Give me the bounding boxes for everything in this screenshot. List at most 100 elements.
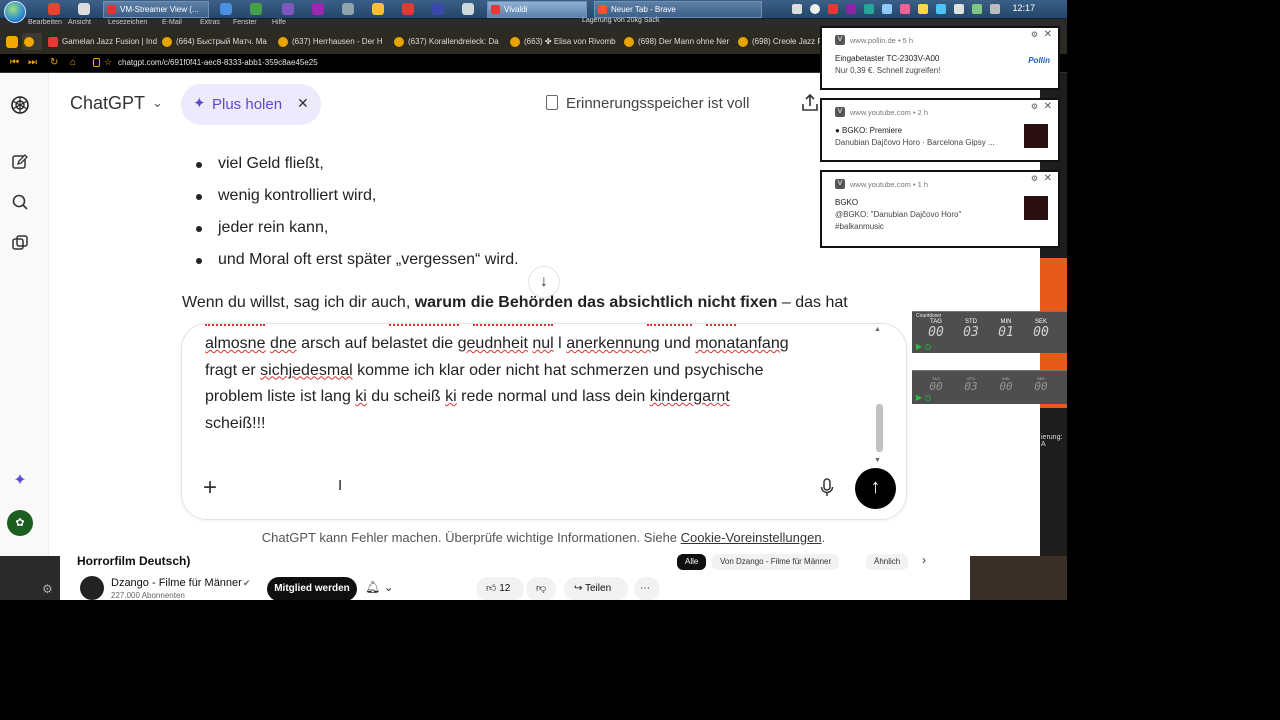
browser-tab[interactable]: (698) Creole Jazz F <box>736 33 820 50</box>
share-button[interactable]: ↪ Teilen <box>564 577 628 600</box>
taskbar-pin-icon[interactable] <box>250 3 262 15</box>
like-button[interactable]: 👍︎ 12 <box>476 577 524 600</box>
more-actions-button[interactable]: ⋯ <box>634 577 660 600</box>
settings-icon[interactable]: ⚙ <box>1031 102 1038 111</box>
chip-related[interactable]: Ähnlich <box>866 554 909 570</box>
browser-tab[interactable]: (664) Быстрый Матч. Ma <box>160 33 272 50</box>
home-icon[interactable]: ⌂ <box>70 57 76 68</box>
tray-icon[interactable] <box>828 4 838 14</box>
play-icon[interactable]: ▶ ◷ <box>916 342 931 351</box>
search-icon[interactable] <box>9 193 31 215</box>
menu-item[interactable]: Lesezeichen <box>108 19 147 26</box>
channel-avatar[interactable] <box>80 576 104 600</box>
menu-item[interactable]: E-Mail <box>162 19 182 26</box>
menu-item[interactable]: Bearbeiten <box>28 19 62 26</box>
browser-tab[interactable]: (698) Der Mann ohne Ner <box>622 33 734 50</box>
openai-logo-icon[interactable] <box>9 94 31 116</box>
taskbar-pin-icon[interactable] <box>48 3 60 15</box>
chip-all[interactable]: Alle <box>677 554 707 570</box>
taskbar-pin-icon[interactable] <box>462 3 474 15</box>
forward-icon[interactable]: ⏭ <box>28 57 37 68</box>
send-button[interactable]: ↑ <box>855 468 896 509</box>
close-icon[interactable]: ✕ <box>1044 173 1052 184</box>
tray-icon[interactable] <box>792 4 802 14</box>
menu-item[interactable]: Extras <box>200 19 220 26</box>
tray-icon[interactable] <box>972 4 982 14</box>
get-plus-button[interactable]: ✦ Plus holen ✕ <box>181 84 321 125</box>
channel-name[interactable]: Dzango - Filme für Männer <box>111 577 242 589</box>
chip-channel[interactable]: Von Dzango - Filme für Männer <box>712 554 840 570</box>
tray-icon[interactable] <box>864 4 874 14</box>
reload-icon[interactable]: ↻ <box>50 57 58 68</box>
play-icon[interactable]: ▶ ◷ <box>916 393 931 402</box>
taskbar-pin-icon[interactable] <box>312 3 324 15</box>
tray-icon[interactable] <box>882 4 892 14</box>
panel-icon[interactable] <box>6 36 18 48</box>
close-icon[interactable]: ✕ <box>297 95 309 112</box>
tray-icon[interactable] <box>918 4 928 14</box>
countdown-widget[interactable]: Countdown TAG STD MIN SEK 00 03 : 01 : 0… <box>912 311 1067 353</box>
notification-pollin[interactable]: V www.pollin.de • 5 h ⚙ ✕ Eingabetaster … <box>820 26 1060 90</box>
dislike-button[interactable]: 👎︎ <box>526 577 556 600</box>
taskbar-pin-icon[interactable] <box>342 3 354 15</box>
tray-icon[interactable] <box>810 4 820 14</box>
scroll-up-arrow-icon[interactable]: ▲ <box>874 326 881 333</box>
scroll-down-arrow-icon[interactable]: ▼ <box>874 457 881 464</box>
cookie-settings-link[interactable]: Cookie-Voreinstellungen <box>681 530 822 545</box>
plus-sparkle-icon[interactable]: ✦ <box>9 470 31 492</box>
notification-youtube-post[interactable]: V www.youtube.com • 1 h ⚙ ✕ BGKO @BGKO: … <box>820 170 1060 248</box>
browser-tab[interactable]: Gamelan Jazz Fusion | Ind <box>46 33 158 50</box>
taskbar-pin-icon[interactable] <box>432 3 444 15</box>
countdown-widget[interactable]: TAG STD MIN SEK 00 03 00 00 ▶ ◷ <box>912 370 1067 404</box>
back-icon[interactable]: ⏮ <box>10 57 19 68</box>
taskbar-pin-icon[interactable] <box>220 3 232 15</box>
model-selector[interactable]: ChatGPT <box>70 93 145 114</box>
message-composer[interactable]: almosne dne arsch auf belastet die geudn… <box>181 323 907 520</box>
menu-item[interactable]: Hilfe <box>272 19 286 26</box>
taskbar-pin-icon[interactable] <box>282 3 294 15</box>
close-icon[interactable]: ✕ <box>1044 29 1052 40</box>
composer-scrollbar-thumb[interactable] <box>876 404 883 452</box>
new-chat-icon[interactable] <box>9 153 31 175</box>
bookmark-icon[interactable]: ☆ <box>104 57 112 68</box>
close-icon[interactable]: ✕ <box>1044 101 1052 112</box>
browser-tab[interactable]: (637) Korallendreieck: Da <box>392 33 504 50</box>
tray-icon[interactable] <box>990 4 1000 14</box>
library-icon[interactable] <box>9 234 31 256</box>
microphone-icon[interactable] <box>820 478 834 498</box>
settings-icon[interactable]: ⚙ <box>1031 174 1038 183</box>
browser-tab[interactable]: (663) ✤ Elisa von Rivomb <box>508 33 620 50</box>
lock-icon[interactable] <box>93 58 100 67</box>
settings-icon[interactable]: ⚙ <box>1031 30 1038 39</box>
taskbar-pin-icon[interactable] <box>402 3 414 15</box>
bell-icon[interactable]: 🔔︎ ⌄ <box>365 580 394 594</box>
app-icon <box>107 5 116 14</box>
start-button[interactable] <box>4 1 26 23</box>
notification-youtube-premiere[interactable]: V www.youtube.com • 2 h ⚙ ✕ ● BGKO: Prem… <box>820 98 1060 162</box>
add-attachment-button[interactable]: + <box>203 474 217 502</box>
taskbar-task-vivaldi[interactable]: Vivaldi <box>487 1 587 18</box>
taskbar-task-brave[interactable]: Neuer Tab - Brave <box>594 1 762 18</box>
tray-icon[interactable] <box>936 4 946 14</box>
memory-full-notice[interactable]: Erinnerungsspeicher ist voll <box>546 95 749 112</box>
chevron-right-icon[interactable]: › <box>922 553 926 567</box>
menu-item[interactable]: Ansicht <box>68 19 91 26</box>
tray-icon[interactable] <box>900 4 910 14</box>
browser-tab[interactable]: (637) Herrhausen - Der H <box>276 33 388 50</box>
tray-icon[interactable] <box>846 4 856 14</box>
taskbar-pin-icon[interactable] <box>372 3 384 15</box>
chevron-down-icon[interactable]: ⌄ <box>152 95 163 111</box>
taskbar-clock[interactable]: 12:17 <box>1012 3 1035 13</box>
browser-tab[interactable] <box>22 33 42 50</box>
taskbar-task-vmstreamer[interactable]: VM-Streamer View (... <box>103 1 209 18</box>
url-field[interactable]: chatgpt.com/c/691f0f41-aec8-8333-abb1-35… <box>118 58 318 67</box>
gear-icon[interactable]: ⚙ <box>0 556 60 600</box>
share-icon[interactable] <box>801 93 819 113</box>
vivaldi-icon <box>491 5 500 14</box>
video-title: Horrorfilm Deutsch) <box>77 554 191 568</box>
join-button[interactable]: Mitglied werden <box>267 577 357 600</box>
message-input[interactable]: almosne dne arsch auf belastet die geudn… <box>205 331 885 437</box>
menu-item[interactable]: Fenster <box>233 19 257 26</box>
tray-icon[interactable] <box>954 4 964 14</box>
taskbar-pin-icon[interactable] <box>78 3 90 15</box>
